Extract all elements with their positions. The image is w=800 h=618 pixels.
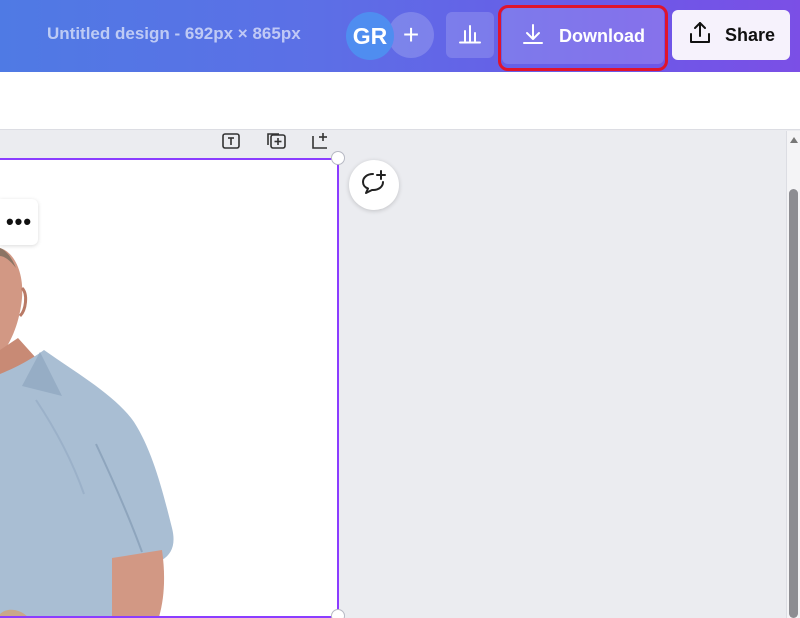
scrollbar-thumb[interactable] (789, 189, 798, 618)
resize-handle-bottom-right[interactable] (331, 609, 345, 618)
design-page[interactable] (0, 158, 339, 618)
add-comment-button[interactable] (349, 160, 399, 210)
share-button[interactable]: Share (672, 10, 790, 60)
editor-header: Untitled design - 692px × 865px GR + Dow… (0, 0, 800, 72)
context-toolbar (0, 72, 800, 130)
download-button[interactable]: Download (502, 8, 664, 64)
resize-handle-top-right[interactable] (331, 151, 345, 165)
plus-icon: + (402, 19, 420, 50)
scroll-up-arrow-icon[interactable] (790, 137, 798, 143)
add-note-icon[interactable] (220, 131, 242, 151)
add-page-icon[interactable] (310, 131, 332, 151)
bar-chart-icon (458, 22, 482, 49)
document-title[interactable]: Untitled design - 692px × 865px (47, 24, 301, 44)
page-actions (220, 131, 332, 153)
user-avatar[interactable]: GR (346, 12, 394, 60)
add-collaborator-button[interactable]: + (388, 12, 434, 58)
download-arrow-icon (521, 22, 545, 51)
download-label: Download (559, 25, 645, 46)
duplicate-page-icon[interactable] (265, 131, 287, 151)
more-options-button[interactable]: ••• (0, 199, 38, 245)
man-in-polo-photo[interactable] (0, 160, 339, 618)
share-upload-icon (687, 20, 713, 51)
insights-button[interactable] (446, 12, 494, 58)
share-label: Share (724, 24, 776, 45)
add-comment-icon (360, 169, 388, 202)
vertical-scrollbar[interactable] (786, 131, 800, 618)
